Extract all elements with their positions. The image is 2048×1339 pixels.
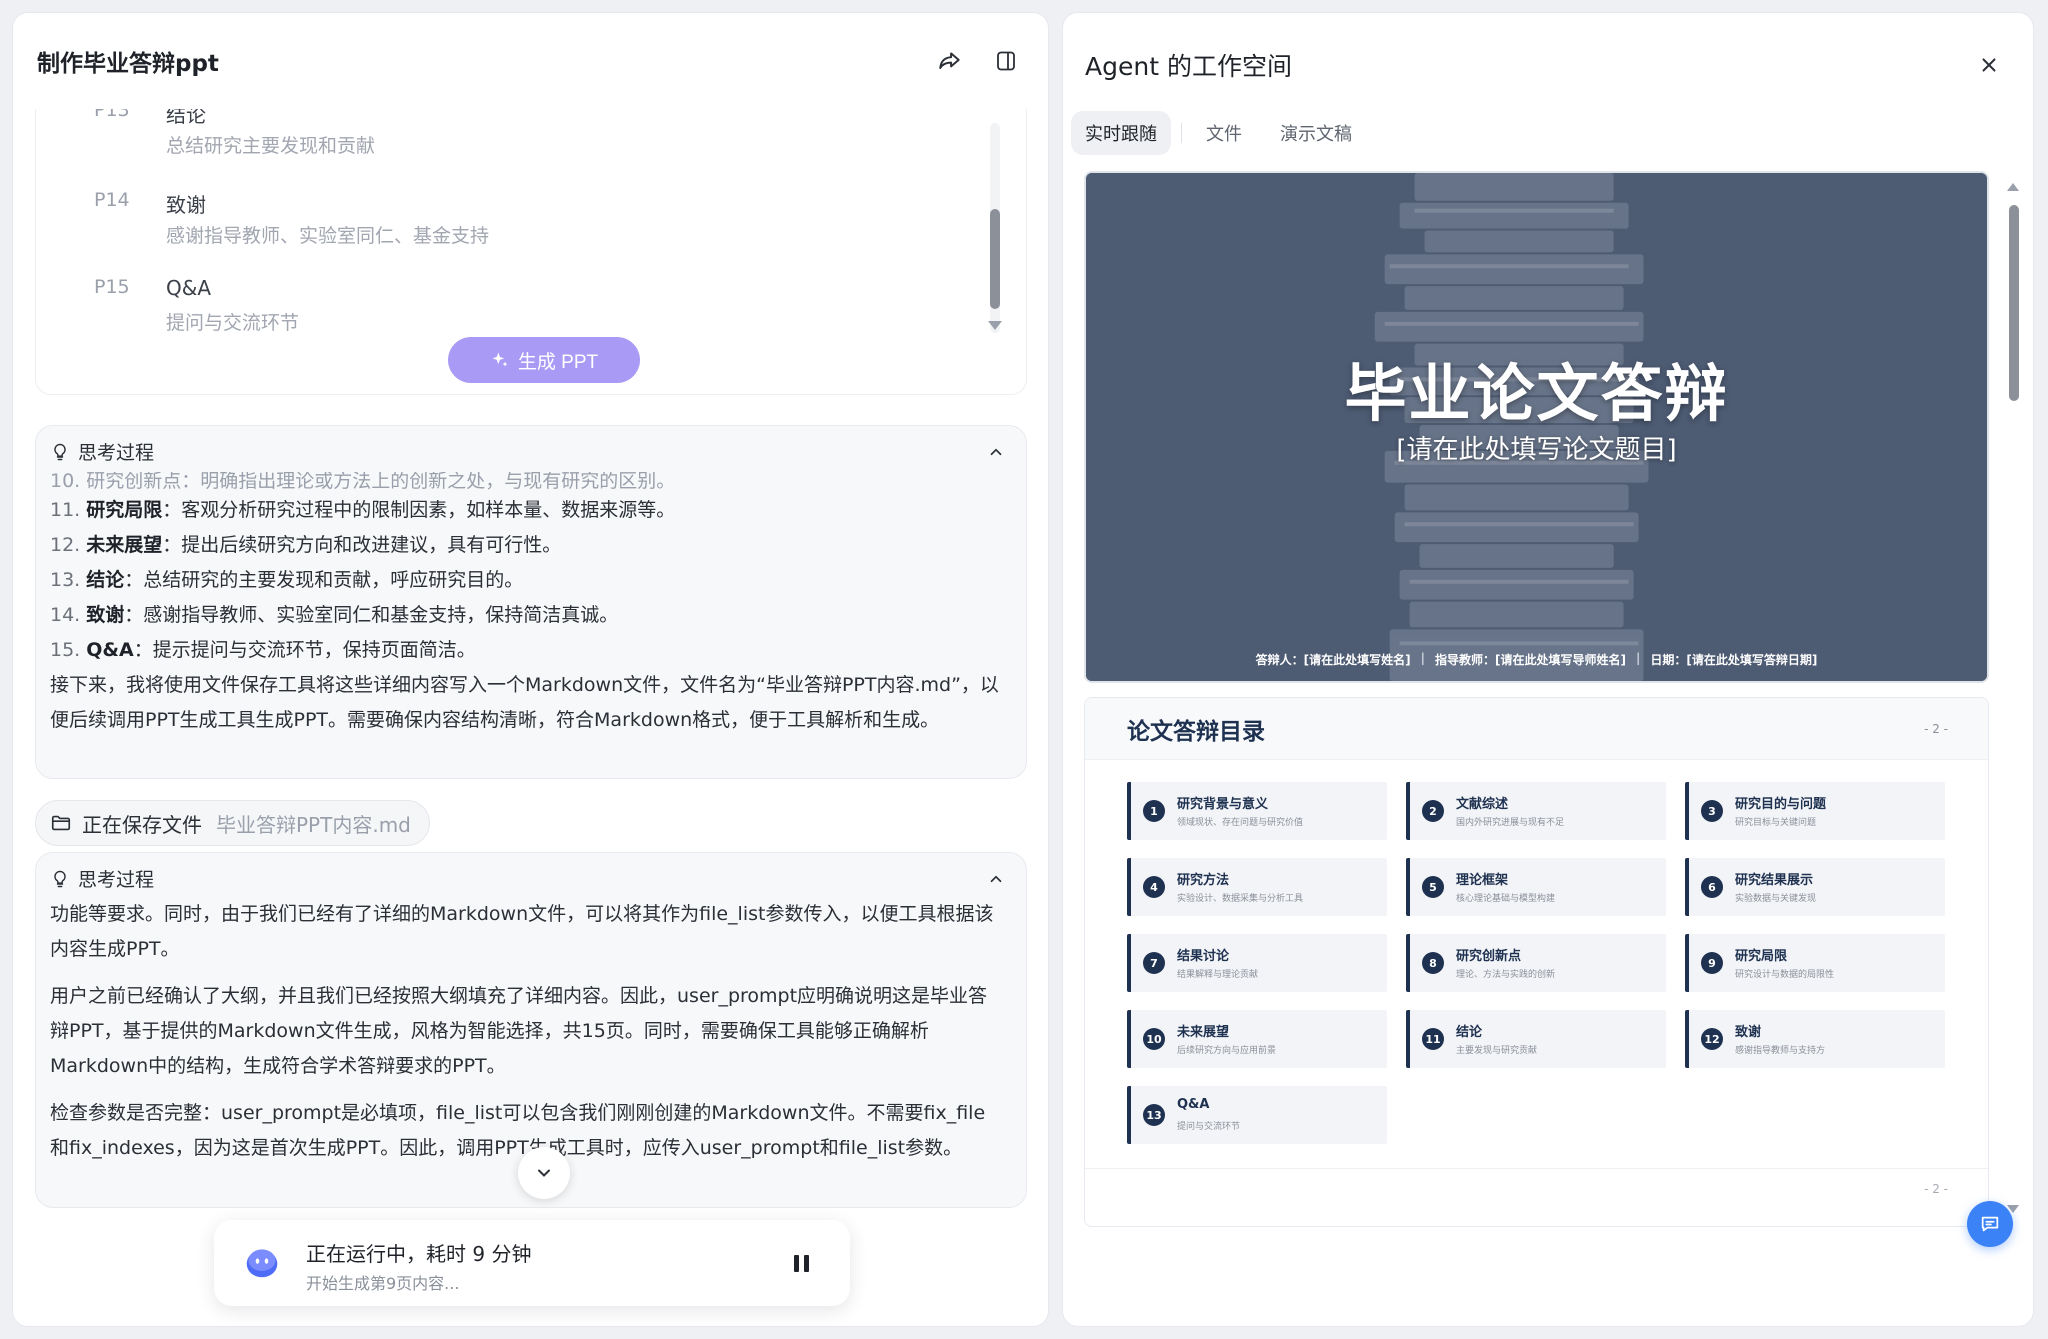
list-item: 12. 未来展望：提出后续研究方向和改进建议，具有可行性。 [50,534,562,556]
cover-footer: 答辩人：[请在此处填写姓名] | 指导教师：[请在此处填写导师姓名] | 日期：… [1086,651,1987,668]
tab-live-follow[interactable]: 实时跟随 [1071,111,1171,155]
tab-files[interactable]: 文件 [1192,111,1256,155]
workspace-tabs: 实时跟随 文件 演示文稿 [1071,111,1376,155]
thinking-content: 功能等要求。同时，由于我们已经有了详细的Markdown文件，可以将其作为fil… [50,897,1002,1166]
tab-divider [1181,123,1182,143]
toc-title: 论文答辩目录 [1127,719,1265,745]
saving-file-name: 毕业答辩PPT内容.md [216,812,411,837]
status-title: 正在运行中，耗时 9 分钟 [306,1242,532,1266]
footer-separator: | [1420,651,1425,665]
cover-subtitle: [请在此处填写论文题目] [1396,435,1677,465]
share-icon[interactable] [932,43,968,79]
outline-page: P14 [94,189,130,211]
feedback-chat-button[interactable] [1967,1201,2013,1247]
toc-item: 4 研究方法 实验设计、数据采集与分析工具 [1127,858,1387,916]
toc-item: 11 结论 主要发现与研究贡献 [1406,1010,1666,1068]
cover-date: 日期：[请在此处填写答辩日期] [1650,653,1818,667]
close-icon[interactable] [1975,51,2003,79]
chat-panel: 制作毕业答辩ppt P13 结论 总结研究主要发现和贡献 P14 致谢 感谢指导… [12,12,1049,1327]
toc-item: 2 文献综述 国内外研究进展与现有不足 [1406,782,1666,840]
list-item: 13. 结论：总结研究的主要发现和贡献，呼应研究目的。 [50,569,524,591]
toc-item: 1 研究背景与意义 领域现状、存在问题与研究价值 [1127,782,1387,840]
toc-item: 10 未来展望 后续研究方向与应用前景 [1127,1010,1387,1068]
cover-presenter: 答辩人：[请在此处填写姓名] [1255,653,1411,667]
toc-item: 13 Q&A 提问与交流环节 [1127,1086,1387,1144]
outline-scrollbar-thumb[interactable] [990,209,1000,309]
status-subtitle: 开始生成第9页内容... [306,1274,460,1293]
scroll-up-arrow-icon[interactable] [2007,183,2019,191]
toc-page-number: - 2 - [1924,722,1948,736]
agent-avatar-icon [246,1249,278,1278]
saving-file-chip[interactable]: 正在保存文件 毕业答辩PPT内容.md [35,800,430,846]
scroll-to-bottom-button[interactable] [518,1147,570,1199]
list-item: 15. Q&A：提示提问与交流环节，保持页面简洁。 [50,639,476,661]
thinking-paragraph: 功能等要求。同时，由于我们已经有了详细的Markdown文件，可以将其作为fil… [50,903,994,960]
slide-toc[interactable]: 论文答辩目录 - 2 - 1 研究背景与意义 领域现状、存在问题与研究价值 2 文献综… [1084,697,1989,1227]
toggle-sidebar-icon[interactable] [988,43,1024,79]
outline-desc: 总结研究主要发现和贡献 [166,135,376,157]
thinking-title: 思考过程 [78,869,155,891]
toc-item: 5 理论框架 核心理论基础与模型构建 [1406,858,1666,916]
outline-page: P15 [94,276,130,298]
workspace-scrollbar-thumb[interactable] [2009,205,2019,401]
agent-status-bar: 正在运行中，耗时 9 分钟 开始生成第9页内容... [214,1220,850,1306]
outline-title: 致谢 [166,193,206,217]
outline-title: 结论 [166,109,206,127]
list-item: 11. 研究局限：客观分析研究过程中的限制因素，如样本量、数据来源等。 [50,499,676,521]
thinking-paragraph: 接下来，我将使用文件保存工具将这些详细内容写入一个Markdown文件，文件名为… [50,674,999,731]
sparkle-icon [492,352,508,367]
chat-title: 制作毕业答辩ppt [37,51,219,77]
toc-item: 7 结果讨论 结果解释与理论贡献 [1127,934,1387,992]
chevron-down-icon [538,1169,550,1177]
workspace-title: Agent 的工作空间 [1085,52,1292,81]
thinking-block: 思考过程 10. 研究创新点：明确指出理论或方法上的创新之处，与现有研究的区别。… [35,425,1027,779]
generate-ppt-label: 生成 PPT [517,351,599,373]
outline-desc: 感谢指导教师、实验室同仁、基金支持 [166,225,490,247]
slide-cover[interactable]: 毕业论文答辩 [请在此处填写论文题目] 答辩人：[请在此处填写姓名] | 指导教… [1084,171,1989,683]
chat-header: 制作毕业答辩ppt [13,13,1048,109]
folder-icon [51,815,71,831]
pause-button[interactable] [788,1250,814,1276]
outline-page: P13 [94,109,130,121]
list-item: 14. 致谢：感谢指导教师、实验室同仁和基金支持，保持简洁真诚。 [50,604,619,626]
toc-item: 8 研究创新点 理论、方法与实践的创新 [1406,934,1666,992]
toc-page-number-bottom: - 2 - [1924,1182,1948,1196]
cover-advisor: 指导教师：[请在此处填写导师姓名] [1435,653,1626,667]
pause-icon [803,1254,809,1272]
thinking-header[interactable]: 思考过程 [50,865,154,892]
scroll-down-arrow-icon[interactable] [988,321,1002,330]
outline-title: Q&A [166,276,212,300]
thinking-content: 10. 研究创新点：明确指出理论或方法上的创新之处，与现有研究的区别。 11. … [50,442,1002,738]
generate-ppt-button[interactable]: 生成 PPT [448,337,640,383]
slide-divider [1085,1168,1988,1169]
toc-item: 9 研究局限 研究设计与数据的局限性 [1685,934,1945,992]
faded-line: 10. 研究创新点：明确指出理论或方法上的创新之处，与现有研究的区别。 [50,472,676,490]
pause-icon [793,1254,799,1272]
saving-file-label: 正在保存文件 [82,812,202,837]
tab-presentation[interactable]: 演示文稿 [1266,111,1366,155]
toc-item: 12 致谢 感谢指导教师与支持方 [1685,1010,1945,1068]
chat-bubble-icon [1981,1216,1999,1232]
ppt-outline-card: P13 结论 总结研究主要发现和贡献 P14 致谢 感谢指导教师、实验室同仁、基… [35,109,1027,395]
lightbulb-icon [54,870,66,887]
agent-workspace-panel: Agent 的工作空间 实时跟随 文件 演示文稿 毕业论文答辩 [请在此处填写论… [1062,12,2034,1327]
chevron-up-icon[interactable] [984,867,1008,891]
thinking-paragraph: 用户之前已经确认了大纲，并且我们已经按照大纲填充了详细内容。因此，user_pr… [50,985,988,1077]
footer-separator: | [1635,651,1641,665]
cover-title: 毕业论文答辩 [1344,357,1729,430]
outline-desc: 提问与交流环节 [166,312,300,334]
toc-item: 6 研究结果展示 实验数据与关键发现 [1685,858,1945,916]
toc-item: 3 研究目的与问题 研究目标与关键问题 [1685,782,1945,840]
